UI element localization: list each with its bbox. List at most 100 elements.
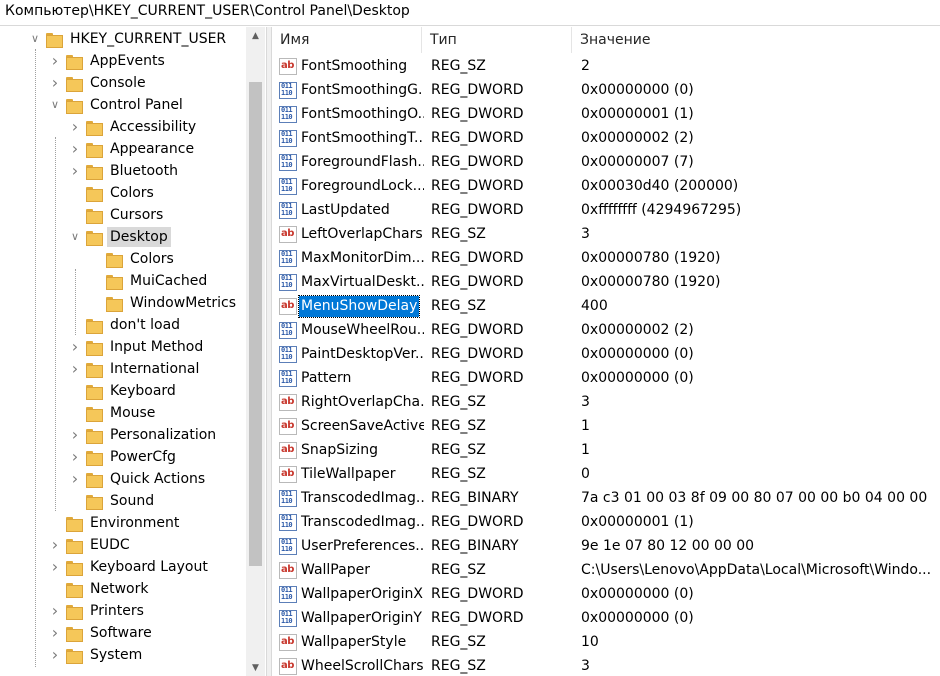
tree-node[interactable]: Environment [48,512,182,534]
tree-node[interactable]: Keyboard [68,380,179,402]
chevron-right-icon[interactable]: › [48,50,62,72]
value-row[interactable]: 011 110 WallpaperOriginY REG_DWORD 0x0000000… [272,606,940,630]
tree-node[interactable]: Mouse [68,402,158,424]
value-row[interactable]: ab RightOverlapCha... REG_SZ 3 [272,390,940,414]
tree-node[interactable]: Colors [88,248,177,270]
value-row[interactable]: 011 110 FontSmoothingG... REG_DWORD 0x000000… [272,78,940,102]
value-row[interactable]: ab FontSmoothing REG_SZ 2 [272,54,940,78]
chevron-right-icon[interactable]: › [68,424,82,446]
value-row[interactable]: ab ScreenSaveActive REG_SZ 1 [272,414,940,438]
tree-node[interactable]: › AppEvents [48,50,168,72]
value-row[interactable]: 011 110 UserPreferences... REG_BINARY 9e 1e … [272,534,940,558]
scroll-down-icon[interactable]: ▼ [246,659,265,676]
tree-node[interactable]: WindowMetrics [88,292,239,314]
value-row[interactable]: 011 110 TranscodedImag... REG_DWORD 0x000000… [272,510,940,534]
folder-icon [66,648,83,664]
column-header-type[interactable]: Тип [422,27,572,53]
chevron-down-icon[interactable]: ∨ [68,226,82,248]
value-data: 0x00000780 (1920) [581,274,721,290]
tree-node[interactable]: Colors [68,182,157,204]
chevron-right-icon[interactable]: › [48,72,62,94]
value-name: TileWallpaper [301,465,396,482]
tree-node[interactable]: › PowerCfg [68,446,179,468]
folder-icon [86,120,103,136]
tree-node-label: System [90,647,143,663]
value-name: Pattern [301,369,352,386]
tree-node[interactable]: › Keyboard Layout [48,556,211,578]
value-type: REG_BINARY [431,490,519,506]
value-row[interactable]: 011 110 FontSmoothingO... REG_DWORD 0x000000… [272,102,940,126]
value-row[interactable]: 011 110 MaxVirtualDeskt... REG_DWORD 0x00000… [272,270,940,294]
tree-node[interactable]: › Personalization [68,424,219,446]
tree-node[interactable]: › EUDC [48,534,133,556]
value-row[interactable]: ab SnapSizing REG_SZ 1 [272,438,940,462]
scroll-up-icon[interactable]: ▲ [246,27,265,44]
tree-node[interactable]: MuiCached [88,270,210,292]
chevron-down-icon[interactable]: ∨ [48,94,62,116]
chevron-right-icon[interactable]: › [68,446,82,468]
value-row[interactable]: ab WallPaper REG_SZ C:\Users\Lenovo\AppData… [272,558,940,582]
tree-node[interactable]: › Printers [48,600,147,622]
chevron-right-icon[interactable]: › [68,138,82,160]
value-name-cell: ab WheelScrollChars [279,654,424,676]
tree-node[interactable]: › Software [48,622,155,644]
value-row[interactable]: 011 110 PaintDesktopVer... REG_DWORD 0x00000… [272,342,940,366]
tree-node[interactable]: ∨ HKEY_CURRENT_USER [28,28,229,50]
value-row[interactable]: 011 110 ForegroundFlash... REG_DWORD 0x00000… [272,150,940,174]
chevron-right-icon[interactable]: › [48,622,62,644]
value-row[interactable]: ab WallpaperStyle REG_SZ 10 [272,630,940,654]
value-row[interactable]: 011 110 LastUpdated REG_DWORD 0xffffffff (42… [272,198,940,222]
value-data: 0x00000007 (7) [581,154,694,170]
binary-value-icon: 011 110 [279,105,297,123]
chevron-right-icon[interactable]: › [48,534,62,556]
tree-node[interactable]: › International [68,358,202,380]
chevron-down-icon[interactable]: ∨ [28,28,42,50]
column-header-name[interactable]: Имя [272,27,422,53]
chevron-right-icon[interactable]: › [68,358,82,380]
value-row[interactable]: ab TileWallpaper REG_SZ 0 [272,462,940,486]
column-header-data[interactable]: Значение [572,27,934,53]
value-row[interactable]: 011 110 FontSmoothingT... REG_DWORD 0x000000… [272,126,940,150]
value-row[interactable]: ab LeftOverlapChars REG_SZ 3 [272,222,940,246]
chevron-right-icon[interactable]: › [48,556,62,578]
value-type: REG_DWORD [431,250,524,266]
chevron-right-icon[interactable]: › [68,468,82,490]
tree-node[interactable]: ∨ Control Panel [48,94,186,116]
value-row[interactable]: ab WheelScrollChars REG_SZ 3 [272,654,940,676]
chevron-right-icon[interactable]: › [48,600,62,622]
tree-node[interactable]: don't load [68,314,183,336]
address-bar[interactable]: Компьютер\HKEY_CURRENT_USER\Control Pane… [0,0,940,26]
value-data: 9e 1e 07 80 12 00 00 00 [581,538,755,554]
value-row[interactable]: 011 110 MouseWheelRou... REG_DWORD 0x0000000… [272,318,940,342]
value-name-cell: 011 110 MaxVirtualDeskt... [279,270,424,294]
value-row[interactable]: ab MenuShowDelay REG_SZ 400 [272,294,940,318]
tree-node[interactable]: › Appearance [68,138,197,160]
string-value-icon: ab [279,225,297,243]
binary-value-icon: 011 110 [279,129,297,147]
chevron-right-icon[interactable]: › [48,644,62,666]
value-row[interactable]: 011 110 Pattern REG_DWORD 0x00000000 (0) [272,366,940,390]
tree-node[interactable]: › Accessibility [68,116,199,138]
tree-node[interactable]: Network [48,578,151,600]
tree-scrollbar-thumb[interactable] [249,82,262,566]
tree-node[interactable]: › Console [48,72,149,94]
chevron-right-icon[interactable]: › [68,160,82,182]
tree-node[interactable]: › System [48,644,145,666]
value-row[interactable]: 011 110 WallpaperOriginX REG_DWORD 0x0000000… [272,582,940,606]
chevron-right-icon[interactable]: › [68,336,82,358]
tree-node[interactable]: › Input Method [68,336,206,358]
tree-node[interactable]: Sound [68,490,157,512]
tree-node[interactable]: Cursors [68,204,166,226]
tree-guide-line [55,137,56,511]
tree-node[interactable]: › Bluetooth [68,160,181,182]
tree-node[interactable]: › Quick Actions [68,468,208,490]
value-row[interactable]: 011 110 MaxMonitorDim... REG_DWORD 0x0000078… [272,246,940,270]
chevron-right-icon[interactable]: › [68,116,82,138]
value-row[interactable]: 011 110 TranscodedImag... REG_BINARY 7a c3 0… [272,486,940,510]
tree-node[interactable]: ∨ Desktop [68,226,171,248]
tree-scrollbar[interactable]: ▲ ▼ [246,27,265,676]
value-row[interactable]: 011 110 ForegroundLock... REG_DWORD 0x00030d… [272,174,940,198]
